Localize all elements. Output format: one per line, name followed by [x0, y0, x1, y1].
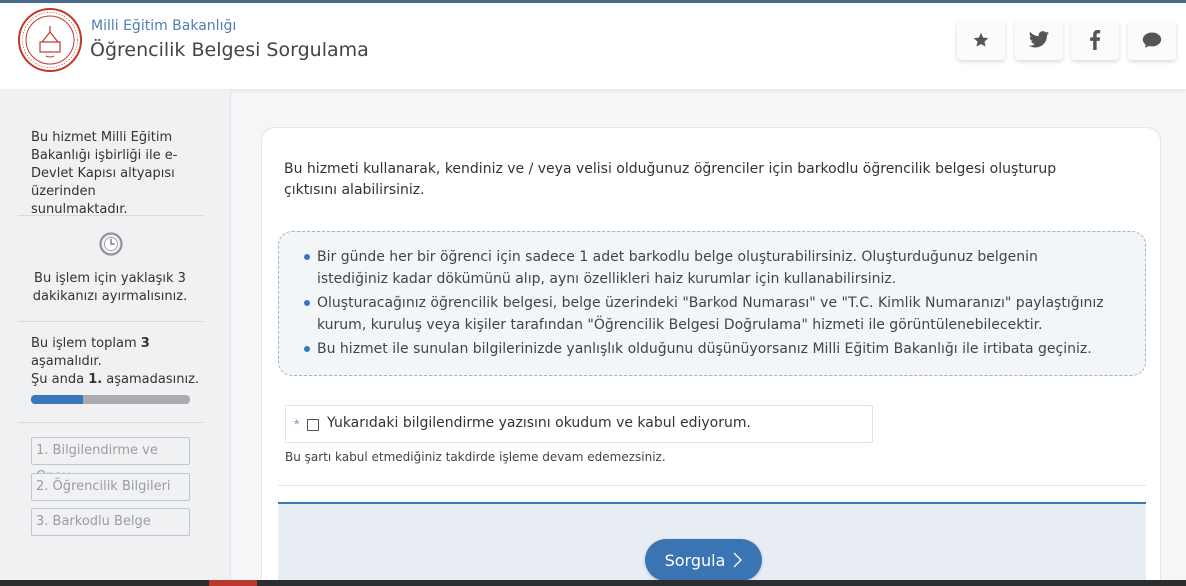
step-1-bilgilendirme[interactable]: 1. Bilgilendirme ve Onay: [31, 437, 190, 484]
action-bar: Sorgula: [278, 502, 1146, 586]
main-content-card: Bu hizmeti kullanarak, kendiniz ve / vey…: [261, 127, 1161, 586]
sidebar-divider: [18, 321, 204, 322]
twitter-icon: [1028, 31, 1050, 48]
notice-list: Bir günde her bir öğrenci için sadece 1 …: [304, 246, 1104, 362]
service-info-text: Bu hizmet Milli Eğitim Bakanlığı işbirli…: [31, 130, 178, 217]
sidebar: Bu hizmet Milli Eğitim Bakanlığı işbirli…: [0, 89, 231, 586]
feedback-button[interactable]: [1128, 20, 1176, 60]
sidebar-divider: [18, 215, 204, 216]
notice-item: Bu hizmet ile sunulan bilgilerinizde yan…: [304, 338, 1104, 360]
step-progress-bar: [31, 395, 190, 404]
chat-icon: [1142, 32, 1162, 48]
notice-box: Bir günde her bir öğrenci için sadece 1 …: [278, 231, 1146, 376]
bottom-bar: [0, 580, 1186, 586]
submit-query-button[interactable]: Sorgula: [645, 539, 762, 581]
step-2-ogrencilik-bilgileri: 2. Öğrencilik Bilgileri: [31, 473, 190, 501]
step-3-barkodlu-belge: 3. Barkodlu Belge: [31, 508, 190, 536]
intro-text: Bu hizmeti kullanarak, kendiniz ve / vey…: [284, 161, 1057, 198]
bullet-icon: [304, 300, 310, 306]
notice-item: Oluşturacağınız öğrencilik belgesi, belg…: [304, 292, 1104, 336]
accept-terms-field[interactable]: * Yukarıdaki bilgilendirme yazısını okud…: [285, 405, 873, 443]
clock-icon: [99, 232, 123, 261]
required-mark: *: [294, 416, 300, 432]
submit-query-label: Sorgula: [664, 550, 726, 570]
twitter-share-button[interactable]: [1015, 20, 1063, 60]
bottom-bar-accent: [209, 580, 257, 586]
chevron-right-icon: [733, 552, 743, 568]
ministry-logo[interactable]: [18, 8, 82, 72]
accept-terms-checkbox[interactable]: [307, 419, 319, 431]
step-progress-fill: [31, 395, 84, 404]
favorite-button[interactable]: [957, 20, 1005, 60]
accept-terms-label[interactable]: Yukarıdaki bilgilendirme yazısını okudum…: [327, 415, 751, 431]
accept-warning-text: Bu şartı kabul etmediğiniz takdirde işle…: [285, 450, 666, 464]
form-separator: [278, 485, 1146, 486]
estimated-time-text: Bu işlem için yaklaşık 3 dakikanızı ayır…: [32, 271, 188, 304]
notice-item: Bir günde her bir öğrenci için sadece 1 …: [304, 246, 1104, 290]
step-status-text: Bu işlem toplam 3 aşamalıdır. Şu anda 1.…: [31, 336, 200, 387]
bullet-icon: [304, 254, 310, 260]
brand-name: Milli Eğitim Bakanlığı: [91, 18, 237, 34]
facebook-icon: [1090, 30, 1101, 50]
page-title: Öğrencilik Belgesi Sorgulama: [90, 39, 369, 61]
sidebar-divider: [18, 422, 204, 423]
bullet-icon: [304, 346, 310, 352]
page-header: Milli Eğitim Bakanlığı Öğrencilik Belges…: [0, 3, 1186, 89]
facebook-share-button[interactable]: [1071, 20, 1119, 60]
star-icon: [973, 32, 989, 47]
